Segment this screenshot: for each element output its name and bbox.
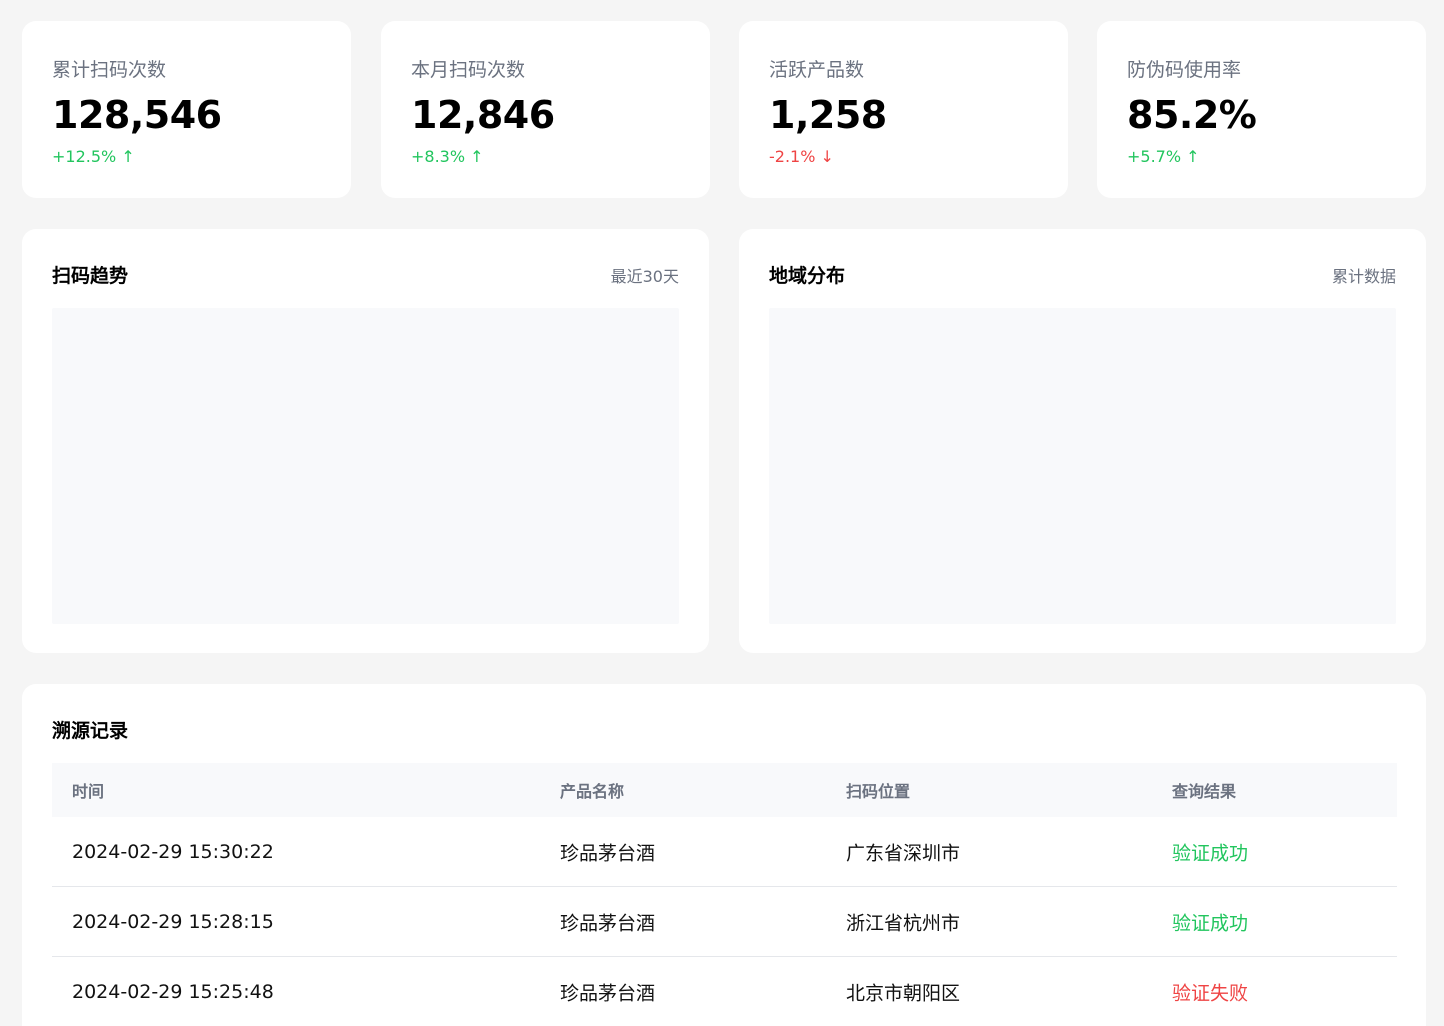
stat-change: +8.3% ↑ <box>411 147 484 166</box>
panel-title: 溯源记录 <box>52 720 129 742</box>
stat-label: 累计扫码次数 <box>52 59 167 81</box>
stat-value: 1,258 <box>769 93 887 137</box>
stat-card-monthly-scans: 本月扫码次数 12,846 +8.3% ↑ <box>381 21 710 198</box>
cell-result: 验证成功 <box>1172 912 1249 934</box>
cell-product: 珍品茅台酒 <box>560 842 656 864</box>
cell-time: 2024-02-29 15:28:15 <box>72 910 274 933</box>
column-header-product: 产品名称 <box>560 782 625 801</box>
stat-value: 12,846 <box>411 93 555 137</box>
trend-chart-area <box>52 308 679 624</box>
scan-trend-panel: 扫码趋势 最近30天 <box>22 229 709 653</box>
cell-product: 珍品茅台酒 <box>560 912 656 934</box>
cell-result: 验证失败 <box>1172 982 1249 1005</box>
stat-change: +12.5% ↑ <box>52 147 135 166</box>
stat-label: 防伪码使用率 <box>1127 59 1242 81</box>
stat-label: 本月扫码次数 <box>411 59 526 81</box>
region-chart-area <box>769 308 1396 624</box>
cell-product: 珍品茅台酒 <box>560 982 656 1005</box>
cell-location: 广东省深圳市 <box>846 842 961 864</box>
column-header-time: 时间 <box>72 782 105 801</box>
cell-result: 验证成功 <box>1172 842 1249 864</box>
cell-time: 2024-02-29 15:25:48 <box>72 981 274 1003</box>
panel-subtitle: 最近30天 <box>610 267 679 286</box>
stat-label: 活跃产品数 <box>769 59 865 81</box>
trace-records-panel: 溯源记录 时间 产品名称 扫码位置 查询结果 2024-02-29 15:30:… <box>22 684 1426 1026</box>
cell-location: 北京市朝阳区 <box>846 982 961 1005</box>
stat-card-total-scans: 累计扫码次数 128,546 +12.5% ↑ <box>22 21 351 198</box>
stat-change: -2.1% ↓ <box>769 147 834 166</box>
table-row[interactable]: 2024-02-29 15:30:22 珍品茅台酒 广东省深圳市 验证成功 <box>52 817 1397 887</box>
stat-value: 85.2% <box>1127 93 1257 137</box>
stat-card-code-usage-rate: 防伪码使用率 85.2% +5.7% ↑ <box>1097 21 1426 198</box>
column-header-result: 查询结果 <box>1172 782 1237 801</box>
table-row[interactable]: 2024-02-29 15:28:15 珍品茅台酒 浙江省杭州市 验证成功 <box>52 887 1397 957</box>
table-header: 时间 产品名称 扫码位置 查询结果 <box>52 763 1397 817</box>
region-distribution-panel: 地域分布 累计数据 <box>739 229 1426 653</box>
panel-title: 扫码趋势 <box>52 265 129 287</box>
panel-subtitle: 累计数据 <box>1331 267 1396 286</box>
stat-card-active-products: 活跃产品数 1,258 -2.1% ↓ <box>739 21 1068 198</box>
panel-title: 地域分布 <box>769 265 846 287</box>
cell-location: 浙江省杭州市 <box>846 912 961 934</box>
records-table: 时间 产品名称 扫码位置 查询结果 2024-02-29 15:30:22 珍品… <box>52 763 1397 1026</box>
table-row[interactable]: 2024-02-29 15:25:48 珍品茅台酒 北京市朝阳区 验证失败 <box>52 957 1397 1026</box>
cell-time: 2024-02-29 15:30:22 <box>72 840 274 863</box>
stat-value: 128,546 <box>52 93 222 137</box>
column-header-location: 扫码位置 <box>846 782 911 801</box>
stat-change: +5.7% ↑ <box>1127 147 1200 166</box>
